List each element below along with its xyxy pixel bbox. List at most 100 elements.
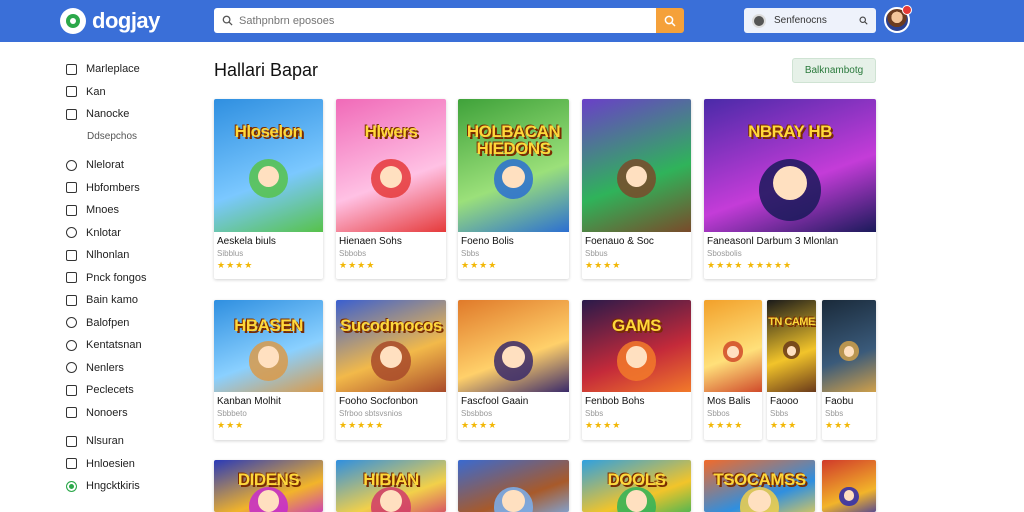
sidebar-item-label: Nonoers bbox=[86, 406, 128, 419]
sidebar-item-icon bbox=[66, 458, 77, 470]
game-thumbnail[interactable]: DIDENS bbox=[214, 460, 323, 512]
page-action-button[interactable]: Balknambotg bbox=[792, 58, 876, 83]
game-card[interactable]: Mos Balis Sbbos ★★★★ bbox=[704, 300, 762, 440]
game-card[interactable]: HIBIAN bbox=[336, 460, 446, 512]
game-thumbnail[interactable]: HOLBACAN HIEDONS bbox=[458, 99, 569, 232]
brand-logo[interactable]: dogjay bbox=[60, 6, 160, 36]
sidebar-item[interactable]: Nlsuran bbox=[66, 430, 196, 453]
game-card[interactable]: TN CAME Faooo Sbbs ★★★ bbox=[767, 300, 816, 440]
game-thumbnail[interactable]: Sucodmocos bbox=[336, 300, 446, 392]
character-face bbox=[502, 490, 525, 512]
game-card[interactable]: Sucodmocos Fooho Socfonbon Sfrboo sbtsvsni… bbox=[336, 300, 446, 440]
game-title[interactable]: Foenauo & Soc bbox=[582, 232, 691, 247]
game-thumbnail[interactable] bbox=[704, 300, 762, 392]
game-art-title: TN CAME bbox=[768, 315, 815, 328]
game-title[interactable]: Mos Balis bbox=[704, 392, 762, 407]
profile-avatar[interactable] bbox=[884, 5, 912, 33]
game-thumbnail[interactable] bbox=[582, 99, 691, 232]
game-thumbnail[interactable]: TSOCAMSS bbox=[704, 460, 815, 512]
search-icon bbox=[222, 15, 233, 26]
game-title[interactable]: Foeno Bolis bbox=[458, 232, 569, 247]
game-title[interactable]: Faobu bbox=[822, 392, 876, 407]
game-card[interactable]: Fascfool Gaain Sbsbbos ★★★★ bbox=[458, 300, 569, 440]
character-face bbox=[748, 490, 771, 512]
sidebar-item[interactable]: Ddsepchos bbox=[66, 126, 196, 149]
game-card[interactable] bbox=[822, 460, 876, 512]
sidebar-item-icon bbox=[66, 159, 77, 171]
game-card[interactable]: Faobu Sbbs ★★★ bbox=[822, 300, 876, 440]
game-card[interactable]: Foenauo & Soc Sbbus ★★★★ bbox=[582, 99, 691, 279]
star-rating: ★★★★ bbox=[339, 260, 376, 270]
game-card[interactable] bbox=[458, 460, 569, 512]
star-rating: ★★★★ bbox=[217, 260, 254, 270]
game-thumbnail[interactable]: DOOLS bbox=[582, 460, 691, 512]
sidebar-item[interactable]: Nlhonlan bbox=[66, 244, 196, 267]
game-card[interactable]: NBRAY HB Faneasonl Darbum 3 Mlonlan Sbosbo… bbox=[704, 99, 876, 279]
game-thumbnail[interactable] bbox=[458, 460, 569, 512]
sidebar-item[interactable]: Hnloesien bbox=[66, 453, 196, 476]
game-title[interactable]: Fooho Socfonbon bbox=[336, 392, 446, 407]
sidebar-item-icon bbox=[66, 362, 77, 374]
game-art-title: DIDENS bbox=[237, 469, 300, 489]
star-rating: ★★★ bbox=[825, 420, 853, 430]
sidebar-item[interactable]: Marleplace bbox=[66, 58, 196, 81]
game-thumbnail[interactable]: HIBIAN bbox=[336, 460, 446, 512]
game-card[interactable]: DOOLS bbox=[582, 460, 691, 512]
game-title[interactable]: Faneasonl Darbum 3 Mlonlan bbox=[704, 232, 876, 247]
sidebar-item[interactable]: Nlelorat bbox=[66, 154, 196, 177]
game-subtitle: Sbbobs bbox=[339, 249, 367, 258]
user-search-box[interactable]: Senfenocns bbox=[744, 8, 876, 33]
game-thumbnail[interactable]: Hloselon bbox=[214, 99, 323, 232]
game-card[interactable]: Hloselon Aeskela biuls Sibblus ★★★★ bbox=[214, 99, 323, 279]
game-thumbnail[interactable] bbox=[822, 300, 876, 392]
sidebar-item[interactable]: Nanocke bbox=[66, 103, 196, 126]
sidebar-item-label: Pnck fongos bbox=[86, 271, 147, 284]
game-thumbnail[interactable]: GAMS bbox=[582, 300, 691, 392]
sidebar-item[interactable]: Nonoers bbox=[66, 402, 196, 425]
character-face bbox=[502, 346, 525, 369]
page-title: Hallari Bapar bbox=[214, 60, 319, 80]
sidebar-item[interactable]: Pnck fongos bbox=[66, 267, 196, 290]
search-input[interactable] bbox=[239, 14, 639, 27]
game-title[interactable]: Aeskela biuls bbox=[214, 232, 323, 247]
star-rating: ★★★★ bbox=[585, 420, 622, 430]
sidebar-item[interactable]: Kentatsnan bbox=[66, 334, 196, 357]
game-card[interactable]: HBASEN Kanban Molhit Sbbbeto ★★★ bbox=[214, 300, 323, 440]
sidebar-item-label: Mnoes bbox=[86, 204, 120, 217]
sidebar-item-label: Hngcktkiris bbox=[86, 480, 140, 493]
game-art-title: HIBIAN bbox=[363, 469, 419, 489]
game-thumbnail[interactable]: HBASEN bbox=[214, 300, 323, 392]
game-card[interactable]: TSOCAMSS bbox=[704, 460, 815, 512]
game-thumbnail[interactable] bbox=[458, 300, 569, 392]
search-button[interactable] bbox=[656, 8, 684, 33]
game-card[interactable]: Hlwers Hienaen Sohs Sbbobs ★★★★ bbox=[336, 99, 446, 279]
sidebar-item-icon bbox=[66, 86, 77, 98]
sidebar-item[interactable]: Kan bbox=[66, 81, 196, 104]
character-face bbox=[502, 165, 525, 188]
game-thumbnail[interactable]: Hlwers bbox=[336, 99, 446, 232]
sidebar-item[interactable]: Peclecets bbox=[66, 379, 196, 402]
game-title[interactable]: Fascfool Gaain bbox=[458, 392, 569, 407]
game-thumbnail[interactable] bbox=[822, 460, 876, 512]
game-card[interactable]: DIDENS bbox=[214, 460, 323, 512]
sidebar-item[interactable]: Nenlers bbox=[66, 357, 196, 380]
game-title[interactable]: Fenbob Bohs bbox=[582, 392, 691, 407]
sidebar-item[interactable]: Mnoes bbox=[66, 199, 196, 222]
game-thumbnail[interactable]: TN CAME bbox=[767, 300, 816, 392]
sidebar-item[interactable]: Hbfombers bbox=[66, 177, 196, 200]
game-title[interactable]: Kanban Molhit bbox=[214, 392, 323, 407]
search-bar[interactable] bbox=[214, 8, 656, 33]
sidebar-item-label: Marleplace bbox=[86, 63, 140, 76]
sidebar-item[interactable]: Balofpen bbox=[66, 312, 196, 335]
character-face bbox=[257, 490, 280, 512]
game-card[interactable]: HOLBACAN HIEDONS Foeno Bolis Sbbs ★★★★ bbox=[458, 99, 569, 279]
sidebar-item-icon bbox=[66, 317, 77, 329]
sidebar-item[interactable]: Knlotar bbox=[66, 222, 196, 245]
game-card[interactable]: GAMS Fenbob Bohs Sbbs ★★★★ bbox=[582, 300, 691, 440]
game-title[interactable]: Hienaen Sohs bbox=[336, 232, 446, 247]
sidebar-item-label: Balofpen bbox=[86, 316, 130, 329]
game-thumbnail[interactable]: NBRAY HB bbox=[704, 99, 876, 232]
sidebar-item[interactable]: Hngcktkiris bbox=[66, 475, 196, 498]
game-title[interactable]: Faooo bbox=[767, 392, 816, 407]
sidebar-item[interactable]: Bain kamo bbox=[66, 289, 196, 312]
